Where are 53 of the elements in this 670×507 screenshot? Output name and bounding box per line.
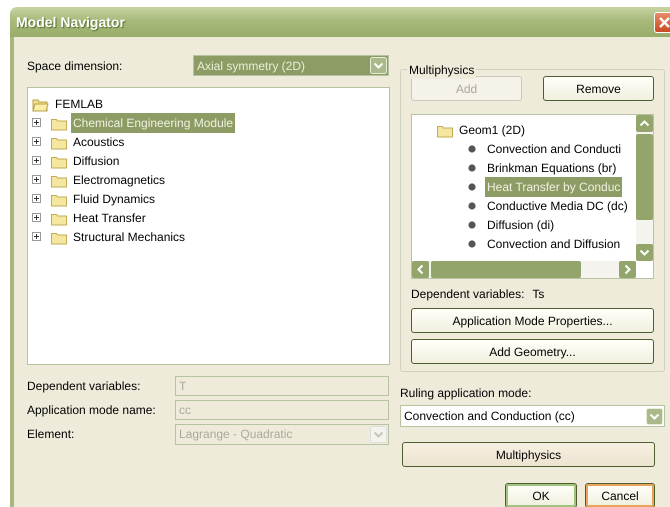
- field-label: Dependent variables:: [411, 286, 524, 303]
- button[interactable]: Add Geometry...: [411, 339, 654, 364]
- field-label: Application mode name:: [27, 402, 157, 419]
- tree-item[interactable]: Convection and Diffusion: [485, 234, 622, 254]
- dropdown[interactable]: Convection and Conduction (cc): [400, 405, 665, 427]
- field-value: Ts: [531, 286, 544, 303]
- scroll-left-icon: [412, 261, 429, 278]
- expand-icon[interactable]: [32, 194, 41, 203]
- tree-item[interactable]: Convection and Conducti: [485, 138, 624, 158]
- tree-item[interactable]: Structural Mechanics: [71, 226, 188, 246]
- expand-icon[interactable]: [32, 156, 41, 165]
- expand-icon[interactable]: [32, 213, 41, 222]
- field-label: Element:: [27, 426, 76, 443]
- close-icon: [658, 16, 670, 28]
- tree-item[interactable]: FEMLAB: [53, 94, 106, 114]
- expand-icon[interactable]: [32, 232, 41, 241]
- tree-item[interactable]: Conductive Media DC (dc): [485, 196, 630, 216]
- tree-item[interactable]: Acoustics: [71, 132, 126, 152]
- button[interactable]: OK: [505, 483, 577, 507]
- field-label: Space dimension:: [27, 58, 124, 74]
- scroll-thumb[interactable]: [636, 134, 653, 220]
- tree-item[interactable]: Brinkman Equations (br): [485, 158, 618, 178]
- field-label: Dependent variables:: [27, 378, 142, 395]
- close-button[interactable]: [654, 12, 670, 32]
- tree-item[interactable]: Geom1 (2D): [457, 120, 528, 140]
- tree-view[interactable]: FEMLAB Chemical Engineering Module Acoustics Diffusion Electromagnetics Fluid Dynamics Heat Transfer Structural Mechanics: [27, 87, 390, 365]
- bullet-icon: [468, 182, 476, 190]
- bullet-icon: [468, 202, 476, 210]
- scroll-right-icon: [619, 261, 636, 278]
- field-label: Ruling application mode:: [400, 385, 532, 402]
- scroll-up-icon: [636, 115, 653, 132]
- tree-item[interactable]: Heat Transfer: [71, 208, 148, 228]
- scroll-down-icon: [636, 244, 653, 261]
- expand-icon[interactable]: [32, 137, 41, 146]
- button[interactable]: Multiphysics: [402, 442, 655, 467]
- horizontal-scrollbar[interactable]: [412, 261, 636, 278]
- tree-item[interactable]: Electromagnetics: [71, 170, 168, 190]
- scroll-thumb[interactable]: [431, 261, 581, 278]
- bullet-icon: [468, 144, 476, 152]
- tree-item[interactable]: Diffusion: [71, 150, 122, 170]
- bullet-icon: [468, 220, 476, 228]
- button[interactable]: Application Mode Properties...: [411, 308, 654, 333]
- vertical-scrollbar[interactable]: [636, 115, 653, 261]
- tree-item[interactable]: Diffusion (di): [485, 214, 556, 234]
- list-view[interactable]: Geom1 (2D) Convection and Conducti Brinkman Equations (br) Heat Transfer by Conduc Conductive Media DC (dc) Diffusion (di) Convection and Diffusion: [411, 114, 654, 279]
- expand-icon[interactable]: [32, 175, 41, 184]
- button[interactable]: Cancel: [585, 483, 655, 507]
- button[interactable]: Remove: [543, 76, 654, 101]
- window-title: Model Navigator: [16, 12, 125, 32]
- bullet-icon: [468, 164, 476, 172]
- tree-item[interactable]: Fluid Dynamics: [71, 188, 158, 208]
- expand-icon[interactable]: [32, 118, 41, 127]
- bullet-icon: [468, 240, 476, 248]
